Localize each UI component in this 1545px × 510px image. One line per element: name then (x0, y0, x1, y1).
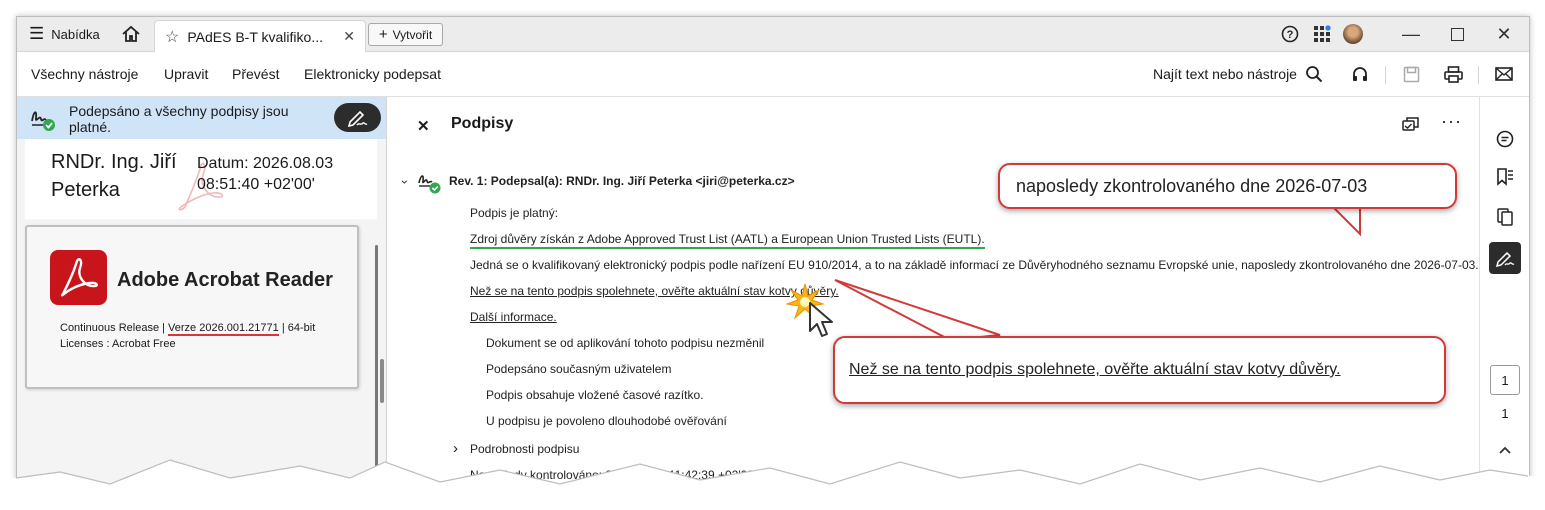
callout-last-checked: naposledy zkontrolovaného dne 2026-07-03 (998, 163, 1457, 209)
callout-bottom-text: Než se na tento podpis spolehnete, ověřt… (849, 361, 1341, 378)
callout-pointers (834, 203, 1361, 342)
callout-trust-anchor: Než se na tento podpis spolehnete, ověřt… (833, 336, 1446, 404)
callout-top-text: naposledy zkontrolovaného dne 2026-07-03 (1016, 175, 1368, 196)
